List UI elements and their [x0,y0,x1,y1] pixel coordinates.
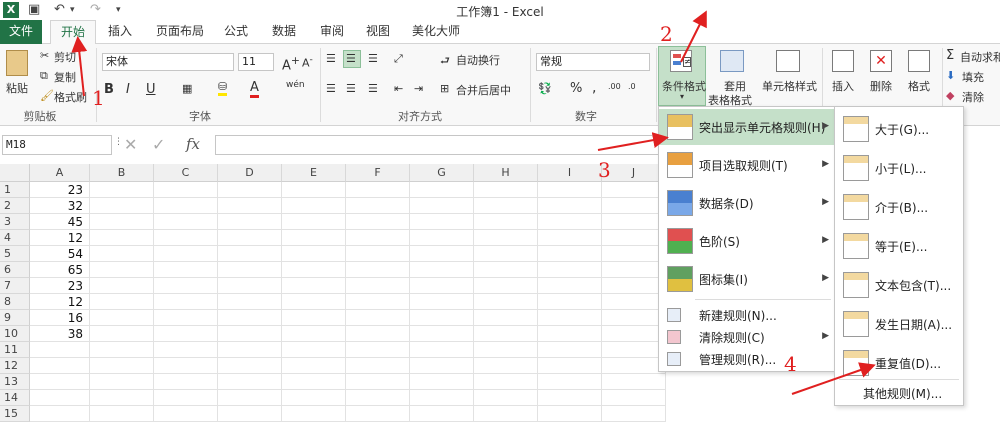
annotation-4: 4 [784,352,797,376]
annotation-1: 1 [92,86,105,110]
arrow-2 [680,10,707,63]
arrow-1 [71,36,88,97]
arrow-4 [791,362,876,395]
annotation-2: 2 [660,22,673,46]
annotation-arrows [71,10,876,395]
arrow-3 [597,132,669,151]
annotation-3: 3 [598,158,611,182]
